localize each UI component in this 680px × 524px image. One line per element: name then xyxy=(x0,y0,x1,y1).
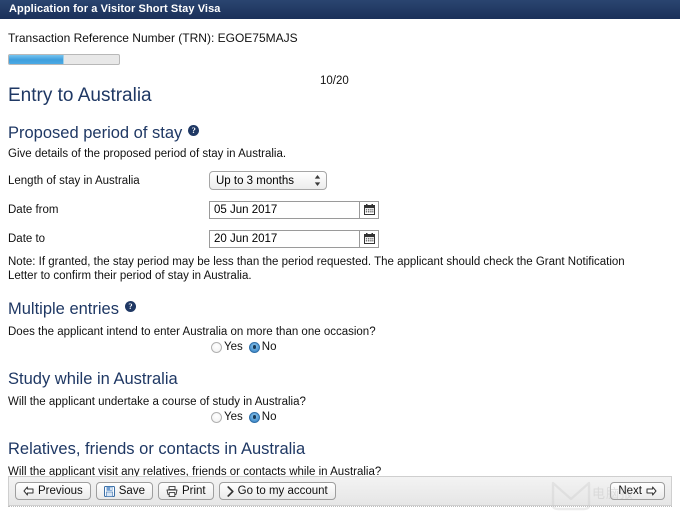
section-heading-text: Relatives, friends or contacts in Austra… xyxy=(8,440,306,458)
date-to-calendar-button[interactable] xyxy=(359,229,379,248)
go-to-my-account-button[interactable]: Go to my account xyxy=(218,482,336,500)
length-of-stay-label: Length of stay in Australia xyxy=(8,174,140,187)
radio-no-label: No xyxy=(261,411,277,423)
page-counter: 10/20 xyxy=(320,75,349,87)
radio-yes[interactable] xyxy=(211,411,222,423)
date-from-label: Date from xyxy=(8,203,59,216)
section-divider xyxy=(8,506,672,507)
date-from-calendar-button[interactable] xyxy=(359,200,379,219)
field-row-length-of-stay: Length of stay in Australia Up to 3 mont… xyxy=(8,171,672,190)
radio-no-label: No xyxy=(261,341,277,353)
radio-yes-label: Yes xyxy=(224,341,243,353)
stay-period-note: Note: If granted, the stay period may be… xyxy=(8,256,625,282)
save-button-label: Save xyxy=(118,485,145,497)
section-heading-relatives: Relatives, friends or contacts in Austra… xyxy=(8,440,672,459)
length-of-stay-select[interactable]: Up to 3 months xyxy=(209,171,327,190)
field-row-date-to: Date to xyxy=(8,229,672,248)
study-question: Will the applicant undertake a course of… xyxy=(8,396,306,408)
window-title: Application for a Visitor Short Stay Vis… xyxy=(9,3,221,15)
floppy-disk-icon xyxy=(103,485,115,497)
section-heading-proposed-period: Proposed period of stay ? xyxy=(8,124,672,143)
print-button-label: Print xyxy=(181,485,206,497)
date-to-label: Date to xyxy=(8,232,46,245)
next-button-label: Next xyxy=(618,485,642,497)
proposed-period-lead-text: Give details of the proposed period of s… xyxy=(8,148,287,160)
multiple-entries-radio-group: Yes No xyxy=(8,341,672,353)
help-circle-icon[interactable]: ? xyxy=(188,125,200,136)
section-heading-text: Multiple entries xyxy=(8,300,119,318)
field-row-date-from: Date from xyxy=(8,200,672,219)
window-title-bar: Application for a Visitor Short Stay Vis… xyxy=(0,0,680,19)
calendar-icon xyxy=(363,233,375,244)
date-to-input[interactable] xyxy=(209,229,359,248)
help-circle-icon[interactable]: ? xyxy=(124,301,136,312)
radio-no[interactable] xyxy=(248,411,260,423)
arrow-right-icon xyxy=(646,486,657,496)
next-button[interactable]: Next xyxy=(610,482,665,500)
date-from-field-group xyxy=(209,200,379,219)
section-heading-text: Proposed period of stay xyxy=(8,124,183,142)
previous-button-label: Previous xyxy=(38,485,83,497)
radio-yes[interactable] xyxy=(211,341,222,353)
section-heading-text: Study while in Australia xyxy=(8,370,178,388)
date-to-field-group xyxy=(209,229,379,248)
application-progress-bar xyxy=(8,54,120,65)
progress-bar-fill xyxy=(9,55,64,64)
length-of-stay-select-wrapper: Up to 3 months xyxy=(209,171,327,190)
multiple-entries-no-option[interactable]: No xyxy=(248,341,277,353)
previous-button[interactable]: Previous xyxy=(15,482,91,500)
study-yes-option[interactable]: Yes xyxy=(211,411,243,423)
study-no-option[interactable]: No xyxy=(248,411,277,423)
radio-no[interactable] xyxy=(248,341,260,353)
section-heading-study: Study while in Australia xyxy=(8,370,672,389)
arrow-left-icon xyxy=(23,486,34,496)
study-radio-group: Yes No xyxy=(8,411,672,423)
transaction-reference-number: Transaction Reference Number (TRN): EGOE… xyxy=(8,31,298,45)
save-button[interactable]: Save xyxy=(95,482,153,500)
multiple-entries-question: Does the applicant intend to enter Austr… xyxy=(8,326,376,338)
radio-yes-label: Yes xyxy=(224,411,243,423)
form-navigation-toolbar: Previous Save Print Go to my account Nex… xyxy=(8,476,672,506)
go-to-my-account-button-label: Go to my account xyxy=(237,485,328,497)
page-title: Entry to Australia xyxy=(8,85,152,106)
chevron-right-icon xyxy=(227,485,234,497)
printer-icon xyxy=(166,485,178,497)
multiple-entries-yes-option[interactable]: Yes xyxy=(211,341,243,353)
date-from-input[interactable] xyxy=(209,200,359,219)
calendar-icon xyxy=(363,204,375,215)
section-heading-multiple-entries: Multiple entries ? xyxy=(8,300,672,319)
print-button[interactable]: Print xyxy=(157,482,214,500)
page-content: Transaction Reference Number (TRN): EGOE… xyxy=(0,31,680,507)
